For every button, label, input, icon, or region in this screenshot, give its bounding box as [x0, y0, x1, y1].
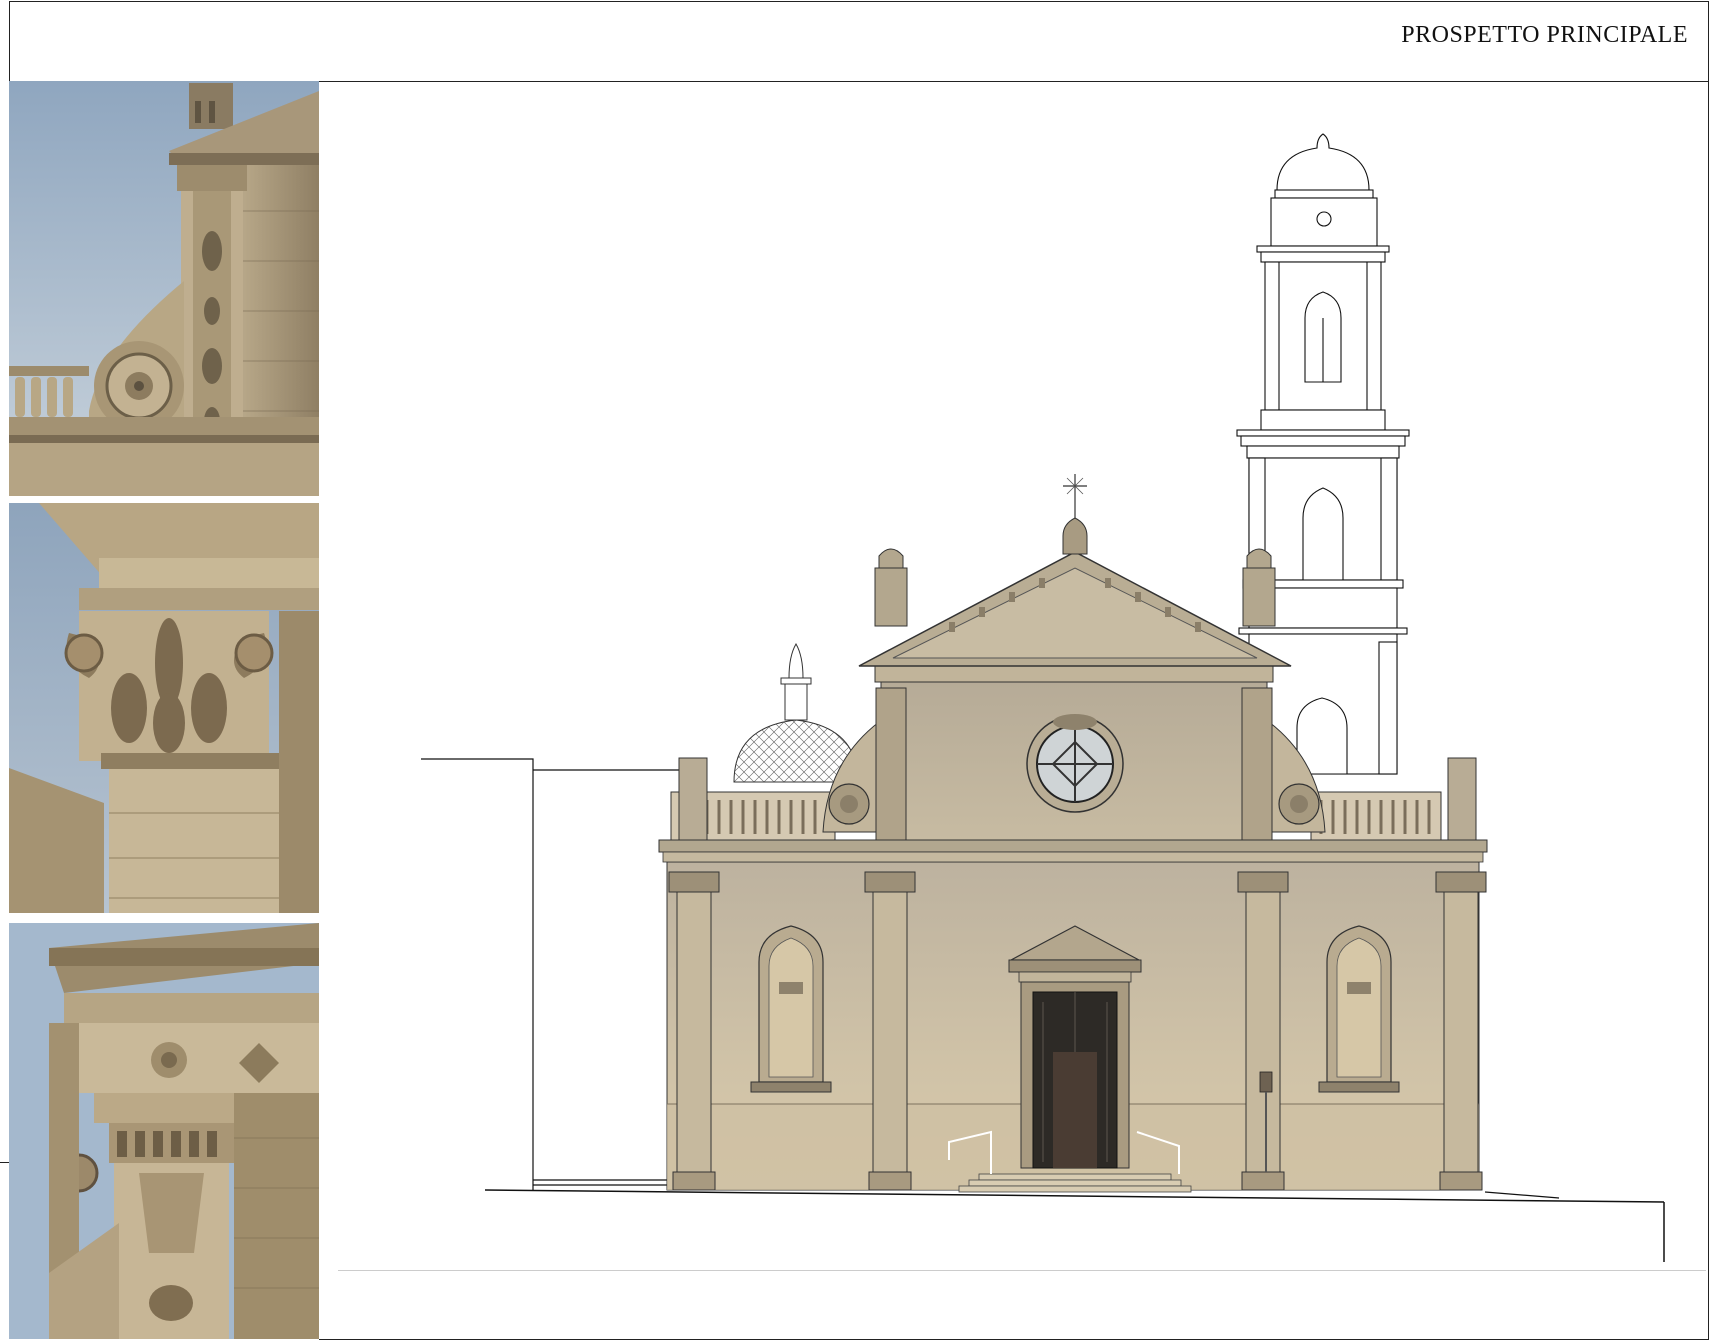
sheet-title: PROSPETTO PRINCIPALE — [1401, 22, 1688, 48]
side-dome — [733, 643, 859, 783]
detail-photo-cornice — [9, 923, 319, 1339]
main-portal — [1008, 925, 1142, 1169]
ground-line — [484, 1189, 1665, 1262]
lower-facade — [658, 839, 1488, 1193]
margin-tick — [0, 1162, 9, 1163]
main-elevation-drawing — [319, 82, 1708, 1339]
entrance-steps — [958, 1173, 1192, 1193]
detail-photo-column — [9, 81, 319, 1340]
bottom-rule — [338, 1270, 1706, 1271]
detail-photo-volute — [9, 81, 319, 496]
niche-right — [1318, 925, 1400, 1093]
detail-photo-capital — [9, 503, 319, 913]
niche-left — [750, 925, 832, 1093]
